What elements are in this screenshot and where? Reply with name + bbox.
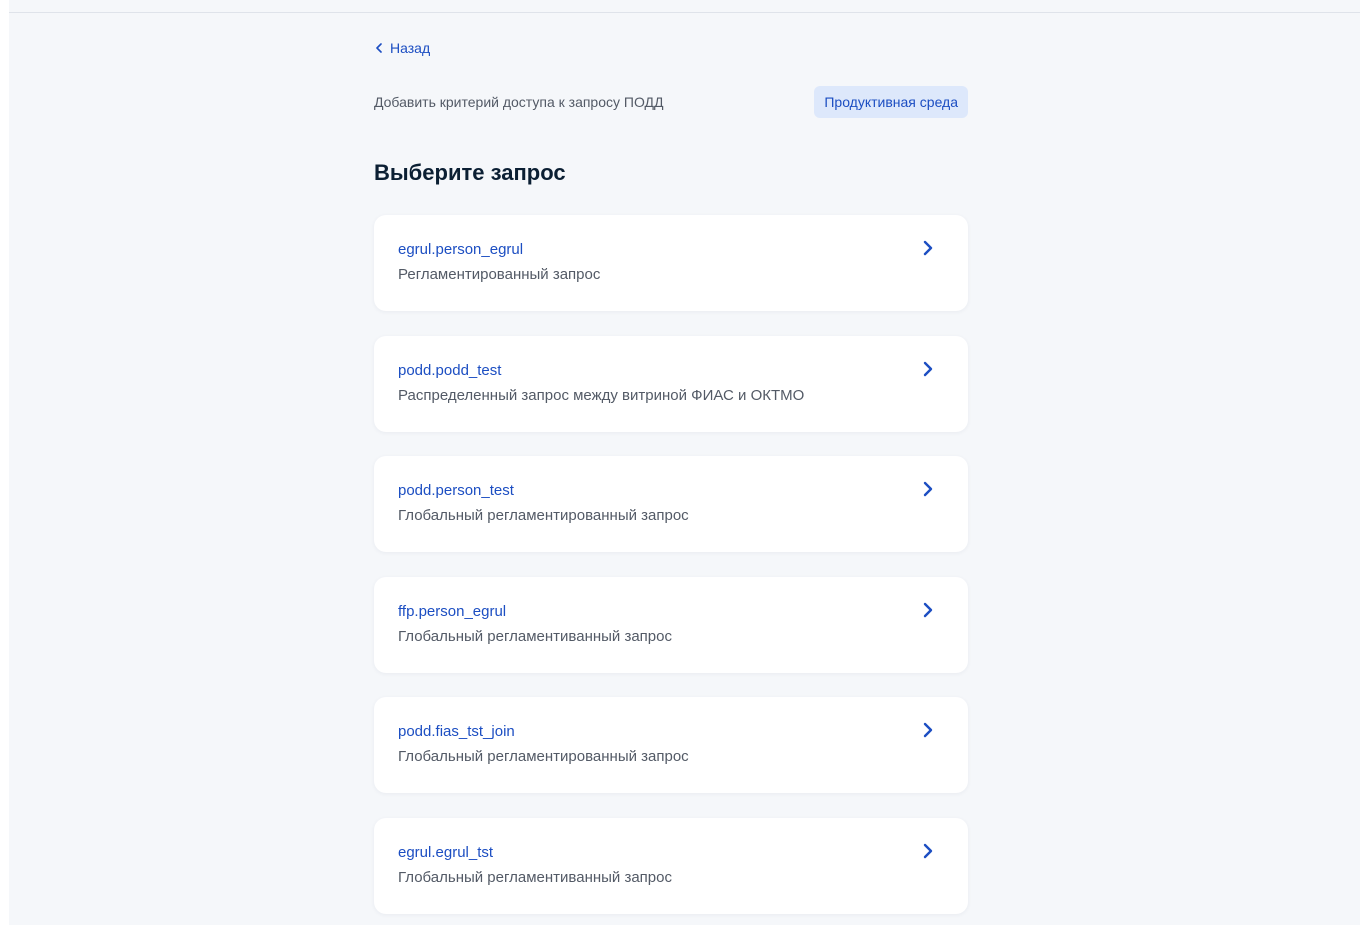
- top-divider: [9, 12, 1360, 13]
- left-edge-strip: [0, 0, 9, 925]
- request-name: egrul.egrul_tst: [398, 844, 494, 861]
- chevron-right-icon: [923, 602, 933, 618]
- chevron-right-icon: [923, 722, 933, 738]
- page: Назад Добавить критерий доступа к запрос…: [0, 0, 1360, 925]
- request-card-egrul-person-egrul[interactable]: egrul.person_egrul Регламентированный за…: [374, 215, 968, 311]
- request-name: podd.podd_test: [398, 362, 502, 379]
- request-card-ffp-person-egrul[interactable]: ffp.person_egrul Глобальный регламентива…: [374, 577, 968, 673]
- page-title: Выберите запрос: [374, 160, 566, 185]
- chevron-right-icon: [923, 481, 933, 497]
- environment-badge: Продуктивная среда: [814, 86, 968, 118]
- request-description: Глобальный регламентиванный запрос: [398, 869, 672, 886]
- request-card-podd-podd-test[interactable]: podd.podd_test Распределенный запрос меж…: [374, 336, 968, 432]
- request-description: Глобальный регламентированный запрос: [398, 507, 689, 524]
- header-row: Добавить критерий доступа к запросу ПОДД…: [374, 86, 968, 118]
- chevron-right-icon: [923, 240, 933, 256]
- request-description: Распределенный запрос между витриной ФИА…: [398, 387, 805, 404]
- chevron-left-icon: [376, 43, 382, 53]
- back-link[interactable]: Назад: [374, 40, 430, 56]
- request-description: Регламентированный запрос: [398, 266, 601, 283]
- request-description: Глобальный регламентированный запрос: [398, 748, 689, 765]
- request-name: ffp.person_egrul: [398, 603, 507, 620]
- chevron-right-icon: [923, 843, 933, 859]
- request-name: egrul.person_egrul: [398, 241, 524, 258]
- back-link-label: Назад: [390, 40, 431, 56]
- request-card-egrul-egrul-tst[interactable]: egrul.egrul_tst Глобальный регламентиван…: [374, 818, 968, 914]
- chevron-right-icon: [923, 361, 933, 377]
- request-card-podd-person-test[interactable]: podd.person_test Глобальный регламентиро…: [374, 456, 968, 552]
- request-name: podd.person_test: [398, 482, 514, 499]
- request-description: Глобальный регламентиванный запрос: [398, 628, 672, 645]
- page-subtitle: Добавить критерий доступа к запросу ПОДД: [374, 94, 664, 110]
- request-name: podd.fias_tst_join: [398, 723, 515, 740]
- request-card-podd-fias-tst-join[interactable]: podd.fias_tst_join Глобальный регламенти…: [374, 697, 968, 793]
